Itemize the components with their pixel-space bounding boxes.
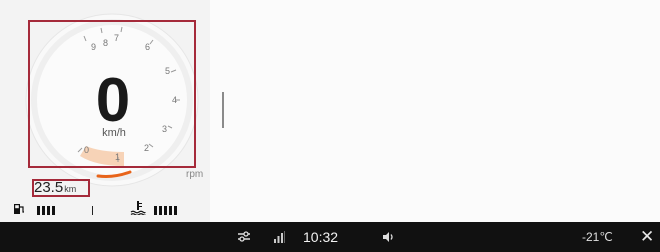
- fuel-pump-icon: [14, 204, 24, 214]
- coolant-bar: [174, 206, 177, 215]
- settings-sliders-icon[interactable]: [237, 222, 251, 252]
- signal-icon: [274, 222, 286, 252]
- main-content-area: [210, 0, 660, 222]
- fuel-gauge-end-tick: [92, 206, 93, 215]
- coolant-bar: [154, 206, 157, 215]
- coolant-temperature-icon: [130, 201, 146, 215]
- fuel-bar: [42, 206, 45, 215]
- instrument-cluster: 0 1 2 3 4 5 6 7 8 9 0 km/h rpm 23.5km: [0, 0, 211, 222]
- volume-icon[interactable]: [382, 222, 396, 252]
- dial-highlight-box: [28, 20, 196, 168]
- coolant-bar: [164, 206, 167, 215]
- clock-time: 10:32: [303, 229, 339, 245]
- close-icon[interactable]: ✕: [640, 222, 654, 252]
- status-bar: 10:32 -21℃ ✕: [0, 222, 660, 252]
- fuel-bar: [37, 206, 40, 215]
- odometer-value: 23.5: [34, 179, 64, 196]
- coolant-bar: [159, 206, 162, 215]
- odometer-unit: km: [64, 184, 77, 194]
- coolant-bar: [169, 206, 172, 215]
- odometer: 23.5km: [34, 178, 76, 199]
- fuel-bar: [47, 206, 50, 215]
- coolant-level-bars: [154, 206, 177, 215]
- rpm-unit-label: rpm: [186, 169, 204, 180]
- fuel-level-bars: [37, 206, 55, 215]
- outside-temperature: -21℃: [582, 230, 613, 244]
- fuel-bar: [52, 206, 55, 215]
- vertical-divider: [222, 92, 224, 128]
